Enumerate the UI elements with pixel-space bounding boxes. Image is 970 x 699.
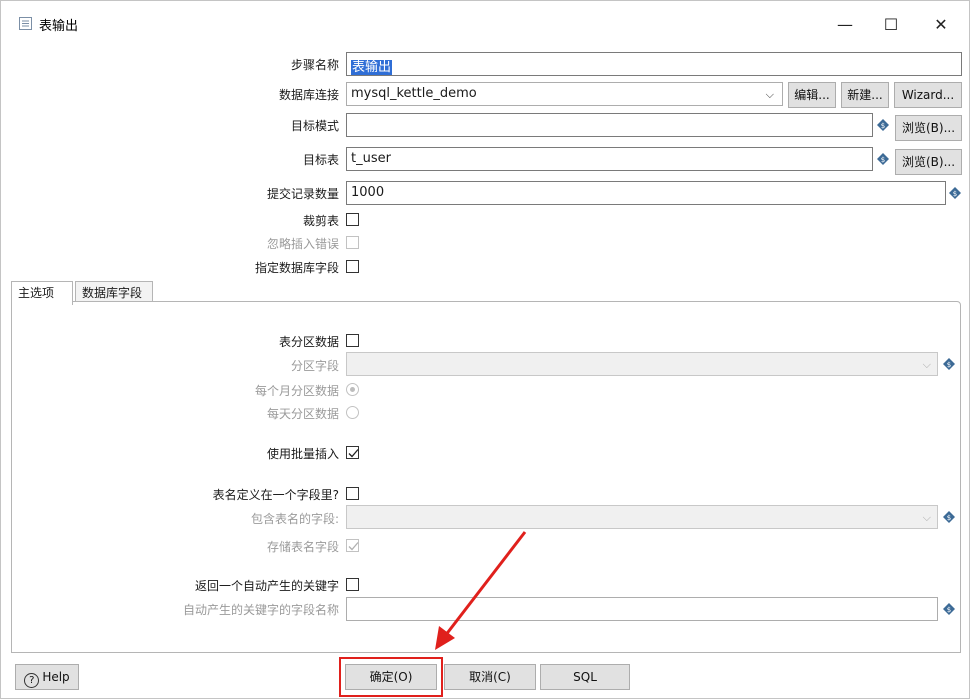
specify-fields-label: 指定数据库字段 [254,261,339,275]
help-button-label: Help [42,670,70,684]
commit-size-label: 提交记录数量 [266,187,339,201]
step-name-label: 步骤名称 [290,58,339,72]
table-output-icon [19,17,32,30]
monthly-partition-label: 每个月分区数据 [254,384,339,398]
store-table-checkbox[interactable] [346,539,359,552]
checkmark-icon [348,542,359,551]
batch-insert-label: 使用批量插入 [266,447,339,461]
daily-partition-label: 每天分区数据 [266,407,339,421]
connection-value: mysql_kettle_demo [351,86,477,101]
sql-button[interactable]: SQL [540,664,630,690]
monthly-partition-radio[interactable] [346,383,359,396]
chevron-down-icon: ⌵ [765,88,774,101]
window-title: 表输出 [39,19,79,34]
table-field-label: 包含表名的字段: [250,512,339,526]
variable-icon: $ [877,153,889,165]
truncate-checkbox[interactable] [346,213,359,226]
edit-connection-button[interactable]: 编辑... [788,82,836,108]
new-connection-button[interactable]: 新建... [841,82,889,108]
return-key-checkbox[interactable] [346,578,359,591]
key-field-label: 自动产生的关键字的字段名称 [182,603,339,617]
svg-text:$: $ [947,514,951,522]
partition-field-label: 分区字段 [290,359,339,373]
variable-icon: $ [949,187,961,199]
svg-text:$: $ [947,361,951,369]
ignore-errors-checkbox[interactable] [346,236,359,249]
table-in-field-label: 表名定义在一个字段里? [212,488,339,502]
tab-main-options[interactable]: 主选项 [11,281,73,305]
chevron-down-icon: ⌵ [922,511,931,524]
commit-size-input[interactable]: 1000 [346,181,946,205]
help-icon: ? [24,673,40,688]
ignore-errors-label: 忽略插入错误 [266,237,339,251]
cancel-button[interactable]: 取消(C) [444,664,536,690]
annotation-arrow-icon [435,531,527,650]
variable-icon: $ [943,603,955,615]
minimize-button[interactable]: — [825,11,865,39]
checkmark-icon [348,449,359,458]
close-button[interactable]: ✕ [921,11,961,39]
svg-text:$: $ [881,122,885,130]
svg-text:$: $ [947,606,951,614]
table-output-dialog: 表输出 — ☐ ✕ 步骤名称 表输出 数据库连接 mysql_kettle_de… [0,0,970,699]
chevron-down-icon: ⌵ [922,358,931,371]
target-schema-label: 目标模式 [290,119,339,133]
target-schema-input[interactable] [346,113,873,137]
target-table-label: 目标表 [302,153,339,167]
browse-schema-button[interactable]: 浏览(B)... [895,115,962,141]
store-table-label: 存储表名字段 [266,540,339,554]
partition-checkbox[interactable] [346,334,359,347]
table-in-field-checkbox[interactable] [346,487,359,500]
variable-icon: $ [943,511,955,523]
target-table-input[interactable]: t_user [346,147,873,171]
svg-text:$: $ [881,156,885,164]
variable-icon: $ [877,119,889,131]
batch-insert-checkbox[interactable] [346,446,359,459]
step-name-input[interactable]: 表输出 [346,52,962,76]
step-name-value: 表输出 [351,60,393,75]
truncate-label: 裁剪表 [302,214,339,228]
browse-table-button[interactable]: 浏览(B)... [895,149,962,175]
return-key-label: 返回一个自动产生的关键字 [194,579,339,593]
svg-text:$: $ [953,190,957,198]
variable-icon: $ [943,358,955,370]
daily-partition-radio[interactable] [346,406,359,419]
connection-select[interactable]: mysql_kettle_demo ⌵ [346,82,783,106]
ok-button-highlight-box [339,657,443,697]
specify-fields-checkbox[interactable] [346,260,359,273]
partition-field-select[interactable]: ⌵ [346,352,938,376]
title-bar: 表输出 — ☐ ✕ [1,1,969,45]
connection-label: 数据库连接 [278,88,339,102]
wizard-button[interactable]: Wizard... [894,82,962,108]
help-button[interactable]: ? Help [15,664,79,690]
maximize-button[interactable]: ☐ [871,11,911,39]
partition-label: 表分区数据 [278,335,339,349]
